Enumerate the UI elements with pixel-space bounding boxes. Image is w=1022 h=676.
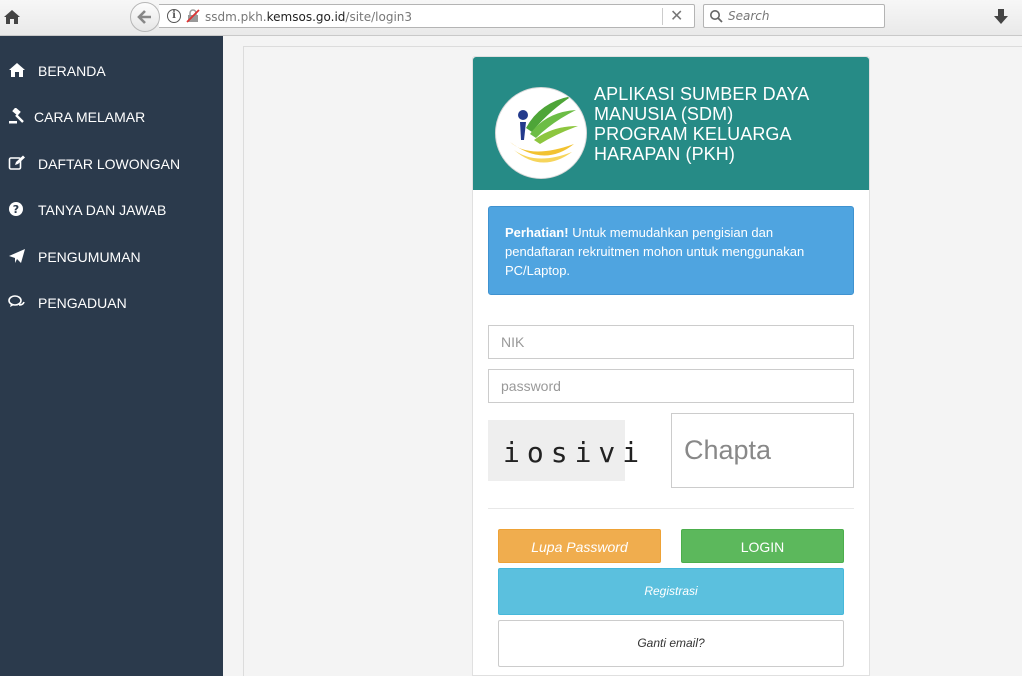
home-icon xyxy=(9,63,25,77)
login-header: APLIKASI SUMBER DAYA MANUSIA (SDM) PROGR… xyxy=(473,57,869,190)
insecure-lock-icon[interactable] xyxy=(186,9,200,23)
browser-toolbar: i ssdm.pkh.kemsos.go.id/site/login3 ✕ xyxy=(0,0,1022,36)
sidebar-item-label: PENGADUAN xyxy=(38,295,127,311)
change-email-button[interactable]: Ganti email? xyxy=(498,620,844,667)
sidebar-item-label: DAFTAR LOWONGAN xyxy=(38,156,181,172)
close-icon[interactable]: ✕ xyxy=(670,6,683,25)
divider xyxy=(488,508,854,509)
register-button[interactable]: Registrasi xyxy=(498,568,844,615)
paper-plane-icon xyxy=(9,249,25,263)
svg-text:?: ? xyxy=(13,203,19,216)
home-icon[interactable] xyxy=(3,8,21,26)
url-separator xyxy=(662,8,663,25)
gavel-icon xyxy=(9,108,24,124)
captcha-input[interactable] xyxy=(671,413,854,488)
sidebar-item-pengaduan[interactable]: PENGADUAN xyxy=(0,282,223,322)
login-card: APLIKASI SUMBER DAYA MANUSIA (SDM) PROGR… xyxy=(472,56,870,676)
sidebar: BERANDA CARA MELAMAR DAFTAR LOWONGAN ? T… xyxy=(0,36,223,676)
download-icon[interactable] xyxy=(992,7,1010,27)
search-icon xyxy=(710,10,723,23)
notice-alert: Perhatian! Untuk memudahkan pengisian da… xyxy=(488,206,854,295)
sidebar-item-daftar-lowongan[interactable]: DAFTAR LOWONGAN xyxy=(0,143,223,183)
sidebar-item-tanya-dan-jawab[interactable]: ? TANYA DAN JAWAB xyxy=(0,189,223,229)
title-line: PROGRAM KELUARGA xyxy=(594,124,792,144)
pkh-logo-icon xyxy=(510,96,578,163)
sidebar-item-label: CARA MELAMAR xyxy=(34,109,146,125)
sidebar-item-pengumuman[interactable]: PENGUMUMAN xyxy=(0,236,223,276)
nik-input[interactable] xyxy=(488,325,854,359)
login-button[interactable]: LOGIN xyxy=(681,529,844,563)
sidebar-item-label: TANYA DAN JAWAB xyxy=(38,202,167,218)
edit-icon xyxy=(8,155,25,170)
comments-icon xyxy=(8,295,25,307)
alert-strong: Perhatian! xyxy=(505,225,569,240)
address-bar[interactable]: i ssdm.pkh.kemsos.go.id/site/login3 ✕ xyxy=(159,4,695,28)
captcha-image: iosivi xyxy=(488,420,639,481)
search-bar[interactable] xyxy=(703,4,885,28)
title-line: APLIKASI SUMBER DAYA xyxy=(594,84,810,104)
forgot-password-button[interactable]: Lupa Password xyxy=(498,529,661,563)
back-button[interactable] xyxy=(130,2,160,32)
sidebar-item-label: BERANDA xyxy=(38,63,106,79)
search-input[interactable] xyxy=(728,7,878,25)
title-line: MANUSIA (SDM) xyxy=(594,104,734,124)
pkh-logo xyxy=(495,87,587,179)
sidebar-item-cara-melamar[interactable]: CARA MELAMAR xyxy=(0,96,223,136)
arrow-left-icon xyxy=(137,10,151,24)
sidebar-item-label: PENGUMUMAN xyxy=(38,249,141,265)
url-text[interactable]: ssdm.pkh.kemsos.go.id/site/login3 xyxy=(205,10,412,24)
site-info-icon[interactable]: i xyxy=(167,9,181,23)
title-line: HARAPAN (PKH) xyxy=(594,144,735,164)
captcha-text: iosivi xyxy=(503,436,647,469)
sidebar-item-beranda[interactable]: BERANDA xyxy=(0,50,223,90)
password-input[interactable] xyxy=(488,369,854,403)
question-circle-icon: ? xyxy=(9,202,23,216)
login-title: APLIKASI SUMBER DAYA MANUSIA (SDM) PROGR… xyxy=(594,84,854,164)
